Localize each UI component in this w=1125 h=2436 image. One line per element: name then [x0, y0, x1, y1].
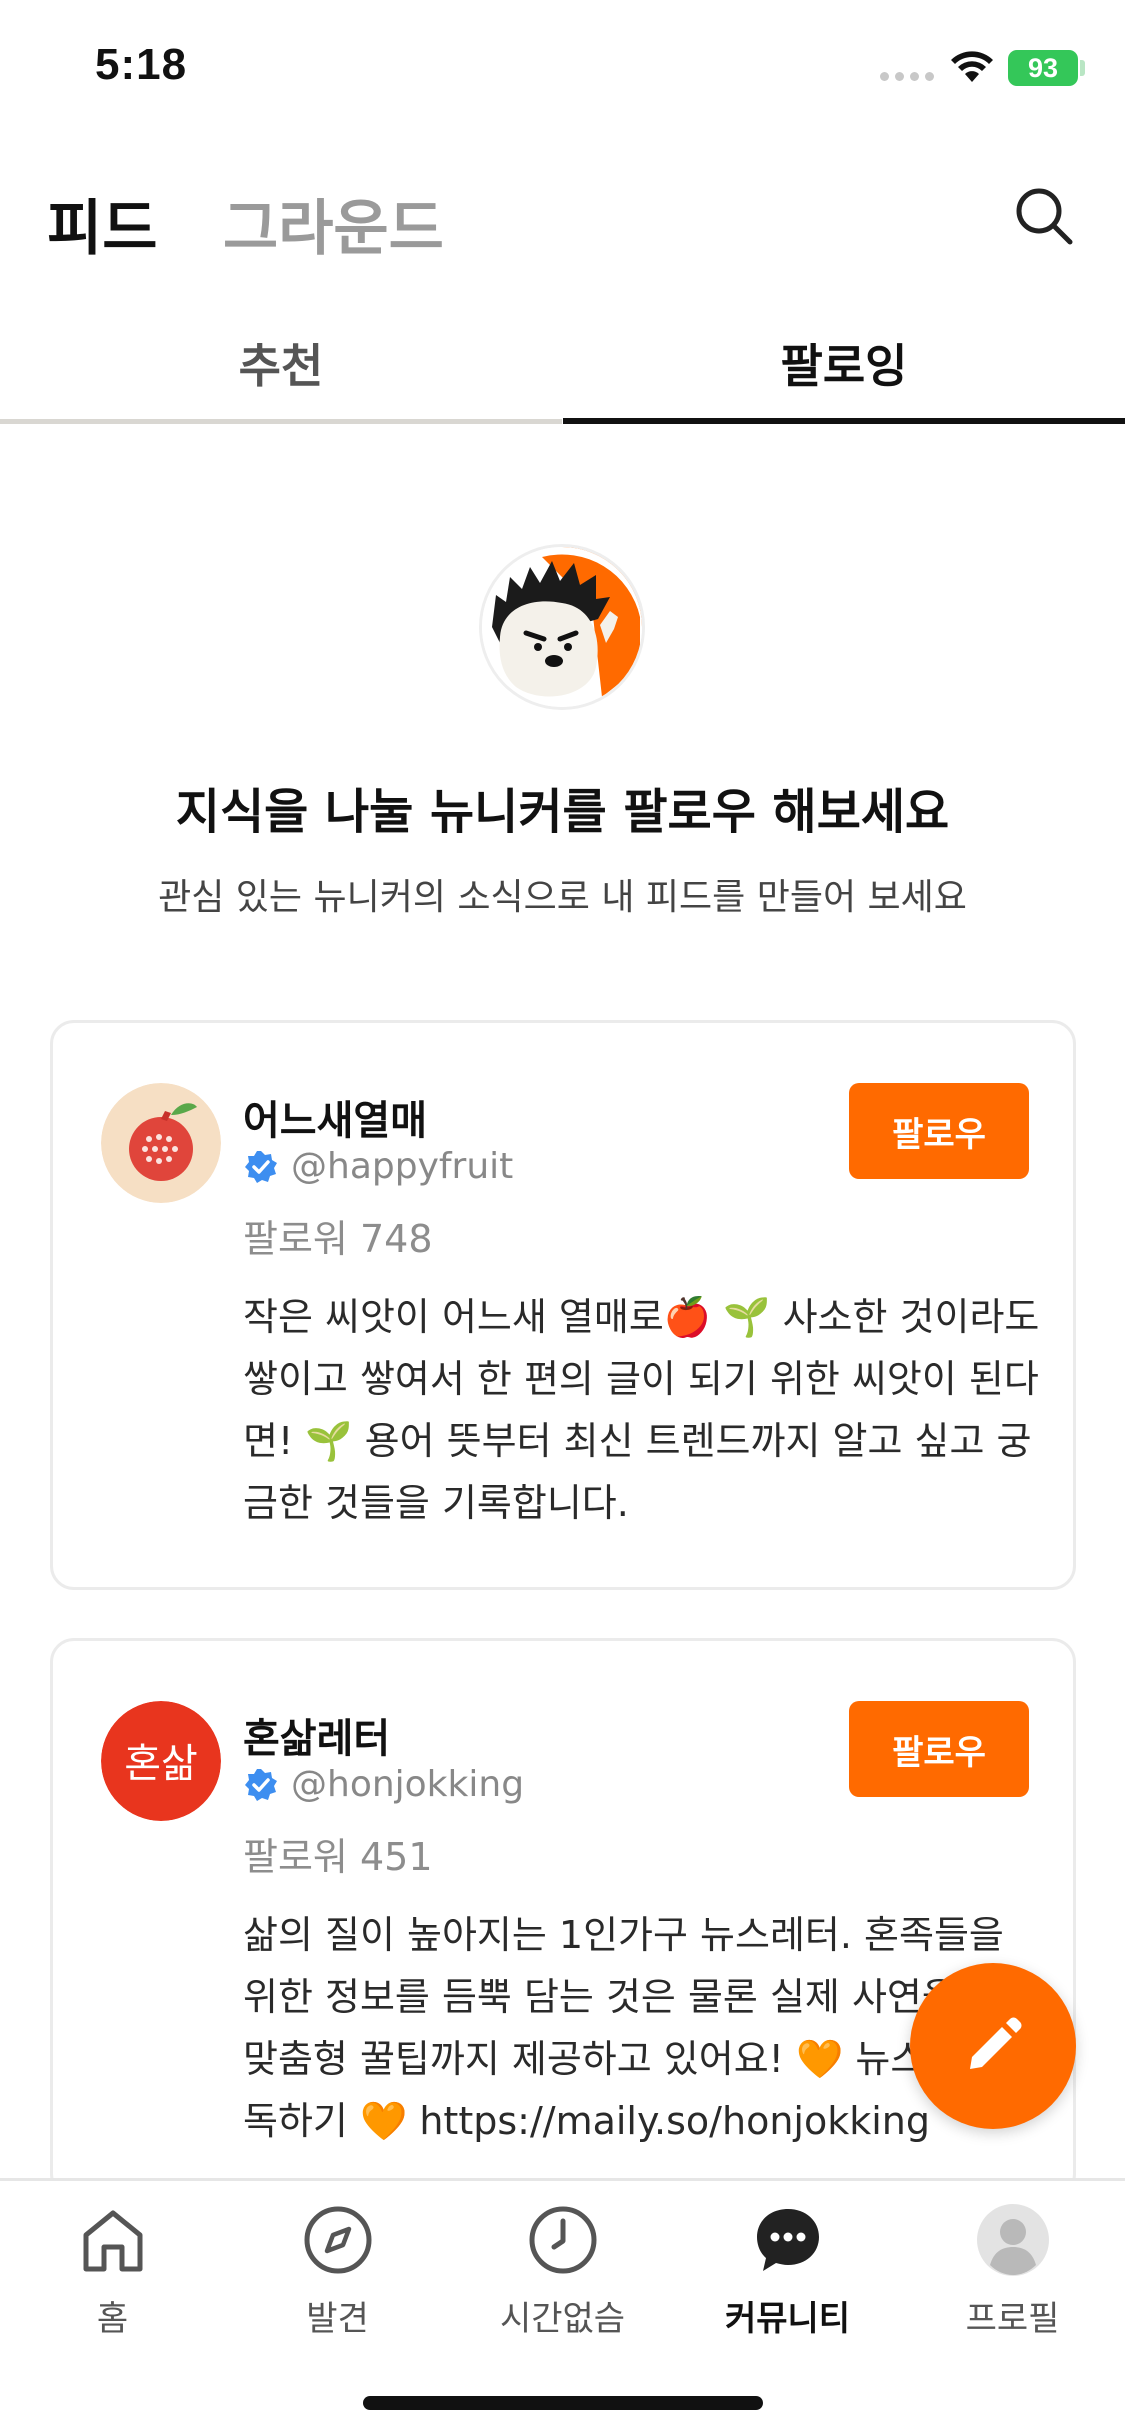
- tab-ground[interactable]: 그라운드: [223, 180, 444, 267]
- sub-tabs: 추천 팔로잉: [0, 320, 1125, 424]
- user-avatar[interactable]: [101, 1083, 221, 1203]
- user-card[interactable]: 혼삶 혼삶레터 @honjokking 팔로워 451 삶의 질이 높아지는 1…: [50, 1638, 1076, 2198]
- user-name[interactable]: 어느새열매: [243, 1088, 427, 1146]
- nav-home[interactable]: 홈: [0, 2203, 225, 2373]
- battery-cap: [1080, 60, 1085, 76]
- user-handle-row: @happyfruit: [243, 1146, 513, 1187]
- tab-underline: [0, 419, 562, 424]
- tab-feed[interactable]: 피드: [47, 180, 157, 267]
- write-post-button[interactable]: [910, 1963, 1076, 2129]
- verified-badge-icon: [245, 1150, 277, 1183]
- status-bar: 5:18 93: [0, 0, 1125, 140]
- follower-count: 팔로워 748: [243, 1217, 433, 1261]
- nav-discover[interactable]: 발견: [225, 2203, 450, 2373]
- battery-level: 93: [1027, 52, 1059, 83]
- battery-icon: 93: [1008, 50, 1078, 86]
- nav-no-time-label: 시간없슴: [499, 2299, 626, 2339]
- status-time: 5:18: [95, 40, 188, 89]
- header: 피드 그라운드: [0, 170, 1125, 270]
- user-name[interactable]: 혼삶레터: [243, 1706, 390, 1764]
- home-icon: [83, 2210, 142, 2272]
- tab-following-label: 팔로잉: [780, 339, 908, 393]
- nav-no-time[interactable]: 시간없슴: [450, 2203, 675, 2373]
- profile-avatar-icon: [976, 2204, 1049, 2276]
- user-bio: 작은 씨앗이 어느새 열매로🍎 🌱 사소한 것이라도 쌓이고 쌓여서 한 편의 …: [243, 1295, 1040, 1525]
- hero-title: 지식을 나눌 뉴니커를 팔로우 해보세요: [175, 784, 950, 840]
- user-handle: @happyfruit: [291, 1146, 514, 1187]
- chat-bubble-icon: [756, 2209, 819, 2271]
- tab-recommended-label: 추천: [238, 339, 324, 393]
- tab-recommended[interactable]: 추천: [0, 320, 562, 424]
- follow-button[interactable]: 팔로우: [849, 1701, 1029, 1797]
- tab-following[interactable]: 팔로잉: [563, 320, 1125, 424]
- hero-subtitle: 관심 있는 뉴니커의 소식으로 내 피드를 만들어 보세요: [158, 877, 967, 918]
- nav-profile[interactable]: 프로필: [900, 2203, 1125, 2373]
- nav-discover-label: 발견: [306, 2299, 369, 2339]
- follow-button[interactable]: 팔로우: [849, 1083, 1029, 1179]
- nav-community[interactable]: 커뮤니티: [675, 2203, 900, 2373]
- search-icon[interactable]: [1012, 184, 1076, 248]
- user-avatar[interactable]: 혼삶: [101, 1701, 221, 1821]
- follower-count: 팔로워 451: [243, 1835, 433, 1879]
- user-handle-row: @honjokking: [243, 1764, 524, 1805]
- avatar-logo-text: 혼삶: [124, 1741, 198, 1787]
- compass-icon: [304, 2206, 371, 2274]
- nav-community-label: 커뮤니티: [724, 2299, 851, 2339]
- wifi-icon: [951, 51, 993, 82]
- user-handle: @honjokking: [291, 1764, 525, 1805]
- hedgehog-mascot-avatar: [479, 544, 645, 710]
- user-card[interactable]: 어느새열매 @happyfruit 팔로워 748 작은 씨앗이 어느새 열매로…: [50, 1020, 1076, 1590]
- pencil-icon: [970, 2017, 1022, 2069]
- verified-badge-icon: [245, 1768, 277, 1801]
- tab-active-underline: [563, 418, 1125, 424]
- nav-profile-label: 프로필: [965, 2299, 1060, 2339]
- cellular-signal-icon: [880, 72, 934, 81]
- nav-home-label: 홈: [96, 2299, 129, 2339]
- clock-icon: [529, 2206, 596, 2274]
- home-indicator[interactable]: [363, 2396, 763, 2410]
